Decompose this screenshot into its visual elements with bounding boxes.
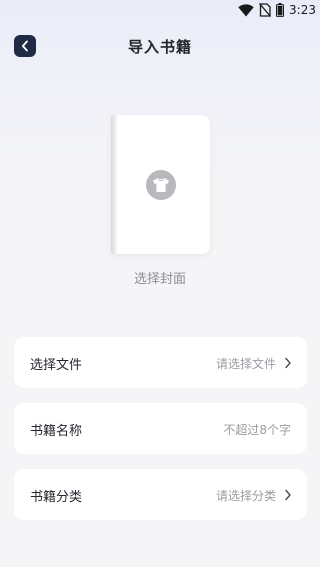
wifi-icon: [238, 3, 254, 16]
book-cover-placeholder[interactable]: [111, 115, 210, 254]
chevron-right-icon: [285, 489, 291, 501]
book-spine: [111, 115, 118, 254]
select-file-value: 请选择文件: [215, 357, 276, 371]
book-name-row[interactable]: 书籍名称 不超过8个字: [14, 403, 307, 454]
chevron-right-icon: [285, 357, 291, 369]
book-name-label: 书籍名称: [30, 424, 83, 439]
status-icons: 3:23: [238, 2, 316, 18]
book-category-label: 书籍分类: [30, 490, 83, 505]
status-time: 3:23: [289, 3, 316, 17]
book-category-row[interactable]: 书籍分类 请选择分类: [14, 469, 307, 520]
select-file-label: 选择文件: [30, 358, 83, 373]
select-file-row[interactable]: 选择文件 请选择文件: [14, 337, 307, 388]
no-sim-icon: [259, 3, 272, 17]
shirt-icon: [153, 178, 169, 192]
header: 导入书籍: [0, 30, 320, 62]
book-category-value: 请选择分类: [215, 489, 276, 503]
battery-icon: [276, 3, 285, 17]
status-bar: 3:23: [0, 0, 320, 20]
cover-picker[interactable]: [111, 115, 210, 254]
book-name-input[interactable]: 不超过8个字: [223, 421, 291, 438]
page-title: 导入书籍: [127, 38, 192, 56]
shirt-icon-badge: [146, 170, 176, 200]
cover-label: 选择封面: [133, 272, 186, 287]
